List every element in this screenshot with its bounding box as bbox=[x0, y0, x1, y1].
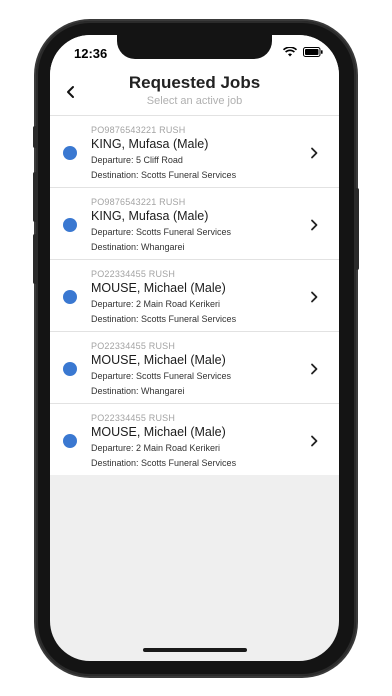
job-destination: Destination: Whangarei bbox=[91, 386, 185, 396]
status-dot-icon bbox=[63, 434, 77, 448]
screen: 12:36 Requested Jobs Select an active jo… bbox=[50, 35, 339, 661]
jobs-list: PO9876543221 RUSH KING, Mufasa (Male) De… bbox=[50, 115, 339, 475]
battery-icon bbox=[303, 47, 323, 57]
job-name: KING, Mufasa (Male) bbox=[91, 137, 209, 151]
notch bbox=[117, 35, 272, 59]
job-departure: Departure: 2 Main Road Kerikeri bbox=[91, 443, 221, 453]
job-name: MOUSE, Michael (Male) bbox=[91, 353, 226, 367]
volume-down-button bbox=[33, 234, 37, 284]
job-departure: Departure: 2 Main Road Kerikeri bbox=[91, 299, 221, 309]
power-button bbox=[355, 188, 359, 270]
status-dot-icon bbox=[63, 362, 77, 376]
job-po: PO22334455 RUSH bbox=[91, 341, 176, 351]
chevron-right-icon[interactable] bbox=[310, 363, 319, 375]
status-time: 12:36 bbox=[74, 46, 108, 61]
page-subtitle: Select an active job bbox=[146, 95, 243, 107]
job-name: MOUSE, Michael (Male) bbox=[91, 281, 226, 295]
job-po: PO22334455 RUSH bbox=[91, 269, 176, 279]
chevron-right-icon[interactable] bbox=[310, 291, 319, 303]
page-title: Requested Jobs bbox=[128, 73, 261, 92]
job-item[interactable]: PO22334455 RUSH MOUSE, Michael (Male) De… bbox=[50, 259, 339, 331]
job-name: MOUSE, Michael (Male) bbox=[91, 425, 226, 439]
mute-switch bbox=[33, 126, 37, 148]
status-dot-icon bbox=[63, 146, 77, 160]
job-item[interactable]: PO22334455 RUSH MOUSE, Michael (Male) De… bbox=[50, 331, 339, 403]
job-departure: Departure: Scotts Funeral Services bbox=[91, 371, 232, 381]
status-dot-icon bbox=[63, 290, 77, 304]
job-destination: Destination: Whangarei bbox=[91, 242, 185, 252]
job-departure: Departure: 5 Cliff Road bbox=[91, 155, 183, 165]
job-destination: Destination: Scotts Funeral Services bbox=[91, 458, 237, 468]
chevron-right-icon[interactable] bbox=[310, 147, 319, 159]
job-po: PO9876543221 RUSH bbox=[91, 197, 186, 207]
job-destination: Destination: Scotts Funeral Services bbox=[91, 314, 237, 324]
job-departure: Departure: Scotts Funeral Services bbox=[91, 227, 232, 237]
job-item[interactable]: PO9876543221 RUSH KING, Mufasa (Male) De… bbox=[50, 115, 339, 187]
chevron-right-icon[interactable] bbox=[310, 435, 319, 447]
job-po: PO9876543221 RUSH bbox=[91, 125, 186, 135]
wifi-icon bbox=[283, 47, 297, 57]
job-destination: Destination: Scotts Funeral Services bbox=[91, 170, 237, 180]
home-indicator[interactable] bbox=[143, 648, 247, 652]
status-dot-icon bbox=[63, 218, 77, 232]
status-icons bbox=[283, 47, 323, 57]
job-po: PO22334455 RUSH bbox=[91, 413, 176, 423]
volume-up-button bbox=[33, 172, 37, 222]
job-item[interactable]: PO22334455 RUSH MOUSE, Michael (Male) De… bbox=[50, 403, 339, 475]
job-item[interactable]: PO9876543221 RUSH KING, Mufasa (Male) De… bbox=[50, 187, 339, 259]
chevron-right-icon[interactable] bbox=[310, 219, 319, 231]
job-name: KING, Mufasa (Male) bbox=[91, 209, 209, 223]
